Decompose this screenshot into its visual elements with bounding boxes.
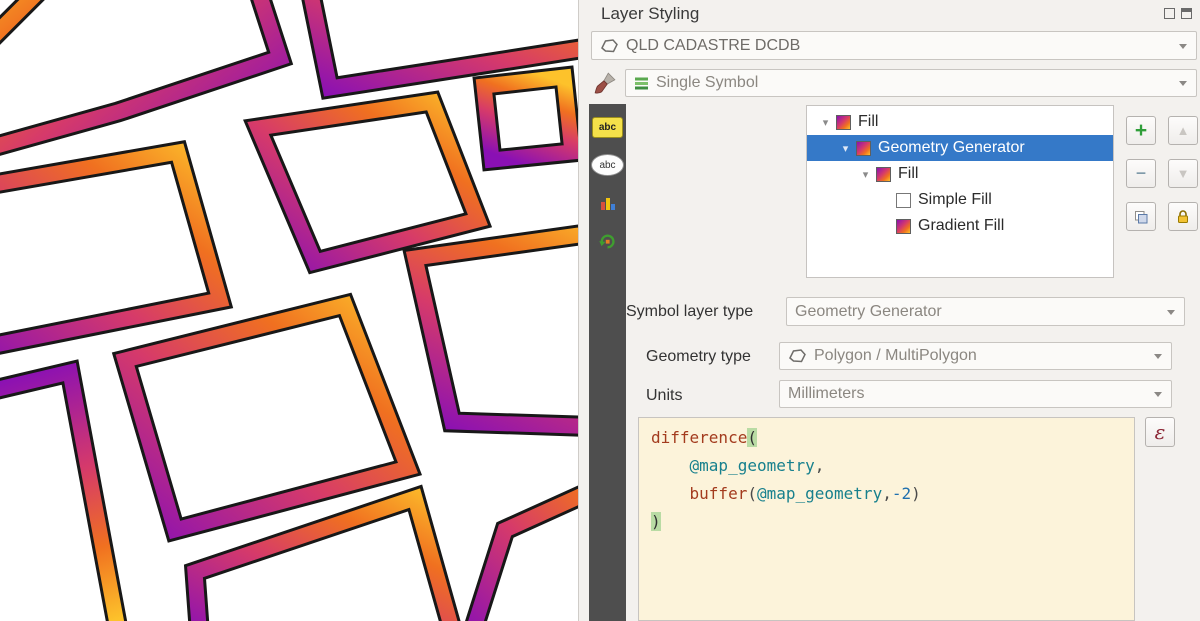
duplicate-icon (1133, 209, 1149, 225)
tree-item-fill[interactable]: ▾ Fill (807, 109, 1113, 135)
layer-selector-value: QLD CADASTRE DCDB (626, 37, 800, 55)
tree-item-label: Gradient Fill (918, 217, 1004, 235)
gradient-swatch-icon (856, 141, 871, 156)
expander-icon[interactable]: ▾ (857, 168, 874, 181)
lock-icon (1175, 209, 1191, 225)
tree-item-geometry-generator[interactable]: ▾ Geometry Generator (807, 135, 1113, 161)
tab-labels[interactable]: abc (591, 114, 624, 140)
polygon-layer-icon (600, 38, 619, 54)
renderer-selector-value: Single Symbol (656, 74, 758, 92)
units-select[interactable]: Millimeters (779, 380, 1172, 408)
chevron-down-icon (1154, 392, 1162, 397)
qgis-window: Layer Styling QLD CADASTRE DCDB (0, 0, 1200, 621)
symbol-layer-type-select[interactable]: Geometry Generator (786, 297, 1185, 326)
move-layer-up-button[interactable]: ▲ (1168, 116, 1198, 145)
symbol-layer-type-label: Symbol layer type (626, 303, 753, 321)
panel-dock-controls (1164, 8, 1192, 19)
expression-editor[interactable]: difference( @map_geometry, buffer(@map_g… (638, 417, 1135, 621)
duplicate-symbol-layer-button[interactable] (1126, 202, 1156, 231)
polygon-geometry-icon (788, 348, 807, 364)
symbol-layer-type-value: Geometry Generator (795, 303, 942, 321)
expander-icon[interactable]: ▾ (817, 116, 834, 129)
tree-item-label: Geometry Generator (878, 139, 1025, 157)
simple-fill-swatch-icon (896, 193, 911, 208)
callouts-abc-icon: abc (591, 154, 624, 176)
tab-diagrams[interactable] (591, 190, 624, 216)
undock-panel-icon[interactable] (1164, 8, 1175, 19)
gradient-swatch-icon (896, 219, 911, 234)
layer-styling-panel: Layer Styling QLD CADASTRE DCDB (578, 0, 1200, 621)
panel-title: Layer Styling (601, 4, 699, 24)
diagram-icon (599, 194, 617, 212)
labels-abc-icon: abc (592, 117, 623, 138)
add-symbol-layer-button[interactable]: + (1126, 116, 1156, 145)
styling-tab-strip: abc abc (589, 104, 626, 621)
expression-builder-button[interactable]: ε (1145, 417, 1175, 447)
geometry-type-label: Geometry type (646, 348, 751, 366)
renderer-selector[interactable]: Single Symbol (625, 69, 1197, 97)
chevron-down-icon (1179, 81, 1187, 86)
tab-history[interactable] (591, 228, 624, 254)
expression-code: difference( @map_geometry, buffer(@map_g… (651, 424, 1122, 536)
cadastre-map (0, 0, 578, 621)
remove-symbol-layer-button[interactable]: − (1126, 159, 1156, 188)
chevron-down-icon (1167, 310, 1175, 315)
layer-selector[interactable]: QLD CADASTRE DCDB (591, 31, 1197, 60)
single-symbol-icon (634, 76, 649, 91)
tab-callouts[interactable]: abc (591, 152, 624, 178)
units-value: Millimeters (788, 385, 864, 403)
tree-item-label: Fill (858, 113, 878, 131)
paintbrush-icon (593, 71, 617, 95)
chevron-down-icon (1154, 354, 1162, 359)
chevron-down-icon (1179, 44, 1187, 49)
tree-item-label: Fill (898, 165, 918, 183)
tree-item-fill[interactable]: ▾ Fill (807, 161, 1113, 187)
symbol-layers-tree: ▾Fill▾Geometry Generator▾FillSimple Fill… (806, 105, 1114, 278)
geometry-type-value: Polygon / MultiPolygon (814, 347, 977, 365)
map-canvas[interactable] (0, 0, 578, 621)
close-panel-icon[interactable] (1181, 8, 1192, 19)
geometry-type-select[interactable]: Polygon / MultiPolygon (779, 342, 1172, 370)
lock-colors-button[interactable] (1168, 202, 1198, 231)
tree-item-label: Simple Fill (918, 191, 992, 209)
tree-item-simple-fill[interactable]: Simple Fill (807, 187, 1113, 213)
gradient-swatch-icon (876, 167, 891, 182)
tab-symbology[interactable] (588, 66, 622, 100)
gradient-swatch-icon (836, 115, 851, 130)
units-label: Units (646, 387, 682, 405)
move-layer-down-button[interactable]: ▼ (1168, 159, 1198, 188)
expander-icon[interactable]: ▾ (837, 142, 854, 155)
history-arrow-icon (598, 232, 617, 251)
tree-item-gradient-fill[interactable]: Gradient Fill (807, 213, 1113, 239)
